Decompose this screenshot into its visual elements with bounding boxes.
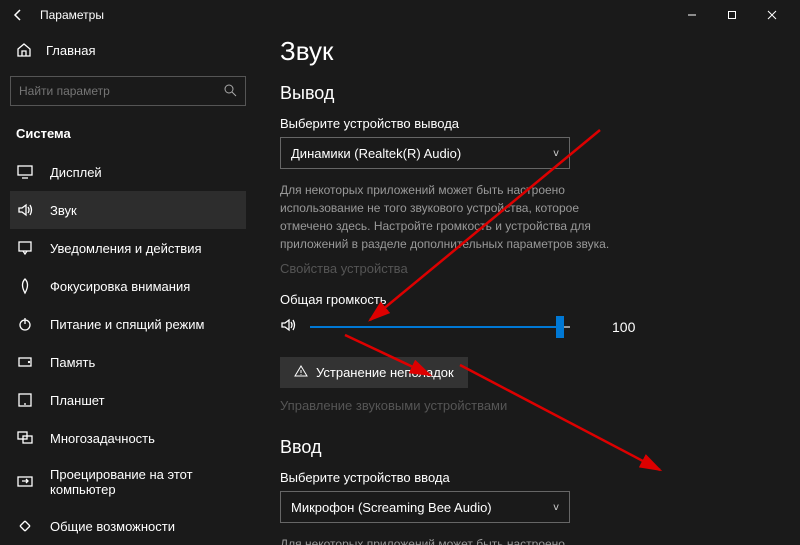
output-heading: Вывод — [280, 83, 776, 104]
sidebar-item-label: Память — [50, 355, 95, 370]
sidebar-item-display[interactable]: Дисплей — [10, 153, 246, 191]
input-choose-label: Выберите устройство ввода — [280, 470, 776, 485]
sidebar-item-notifications[interactable]: Уведомления и действия — [10, 229, 246, 267]
close-button[interactable] — [752, 0, 792, 30]
manage-devices-link: Управление звуковыми устройствами — [280, 398, 776, 413]
minimize-button[interactable] — [672, 0, 712, 30]
home-label: Главная — [46, 43, 95, 58]
sidebar-item-label: Дисплей — [50, 165, 102, 180]
sound-icon — [16, 201, 34, 219]
volume-value: 100 — [612, 319, 635, 335]
sidebar-item-label: Общие возможности — [50, 519, 175, 534]
sidebar-item-power[interactable]: Питание и спящий режим — [10, 305, 246, 343]
sidebar-item-label: Проецирование на этот компьютер — [50, 467, 240, 497]
sidebar-item-label: Планшет — [50, 393, 105, 408]
sidebar-item-projecting[interactable]: Проецирование на этот компьютер — [10, 457, 246, 507]
chevron-down-icon: ⅴ — [553, 148, 559, 159]
troubleshoot-button[interactable]: Устранение неполадок — [280, 357, 468, 388]
device-properties-link: Свойства устройства — [280, 261, 776, 276]
back-button[interactable] — [8, 5, 28, 25]
sidebar-item-focus[interactable]: Фокусировка внимания — [10, 267, 246, 305]
output-desc: Для некоторых приложений может быть наст… — [280, 181, 610, 253]
sidebar-item-storage[interactable]: Память — [10, 343, 246, 381]
sidebar-item-shared[interactable]: Общие возможности — [10, 507, 246, 545]
sidebar-item-label: Звук — [50, 203, 77, 218]
chevron-down-icon: ⅴ — [553, 502, 559, 513]
volume-label: Общая громкость — [280, 292, 776, 307]
output-device-dropdown[interactable]: Динамики (Realtek(R) Audio) ⅴ — [280, 137, 570, 169]
input-device-dropdown[interactable]: Микрофон (Screaming Bee Audio) ⅴ — [280, 491, 570, 523]
display-icon — [16, 163, 34, 181]
sidebar-item-sound[interactable]: Звук — [10, 191, 246, 229]
output-device-value: Динамики (Realtek(R) Audio) — [291, 146, 461, 161]
input-heading: Ввод — [280, 437, 776, 458]
focus-icon — [16, 277, 34, 295]
search-field[interactable] — [19, 84, 223, 98]
sidebar-item-label: Питание и спящий режим — [50, 317, 204, 332]
sidebar-item-label: Уведомления и действия — [50, 241, 202, 256]
sidebar: Главная Система Дисплей Звук — [0, 30, 256, 545]
search-input[interactable] — [10, 76, 246, 106]
shared-icon — [16, 517, 34, 535]
input-desc: Для некоторых приложений может быть наст… — [280, 535, 610, 545]
warning-icon — [294, 364, 308, 381]
projecting-icon — [16, 473, 34, 491]
multitask-icon — [16, 429, 34, 447]
window-title: Параметры — [40, 8, 104, 22]
content-area: Звук Вывод Выберите устройство вывода Ди… — [256, 30, 800, 545]
sidebar-item-tablet[interactable]: Планшет — [10, 381, 246, 419]
power-icon — [16, 315, 34, 333]
input-device-value: Микрофон (Screaming Bee Audio) — [291, 500, 492, 515]
section-label: Система — [10, 122, 246, 153]
troubleshoot-label: Устранение неполадок — [316, 365, 454, 380]
home-link[interactable]: Главная — [10, 34, 246, 66]
sidebar-item-label: Многозадачность — [50, 431, 155, 446]
sidebar-item-multitask[interactable]: Многозадачность — [10, 419, 246, 457]
sidebar-item-label: Фокусировка внимания — [50, 279, 190, 294]
tablet-icon — [16, 391, 34, 409]
volume-slider[interactable] — [310, 315, 570, 339]
notifications-icon — [16, 239, 34, 257]
volume-icon — [280, 316, 298, 339]
maximize-button[interactable] — [712, 0, 752, 30]
page-title: Звук — [280, 36, 776, 67]
storage-icon — [16, 353, 34, 371]
output-choose-label: Выберите устройство вывода — [280, 116, 776, 131]
search-icon — [223, 83, 237, 100]
